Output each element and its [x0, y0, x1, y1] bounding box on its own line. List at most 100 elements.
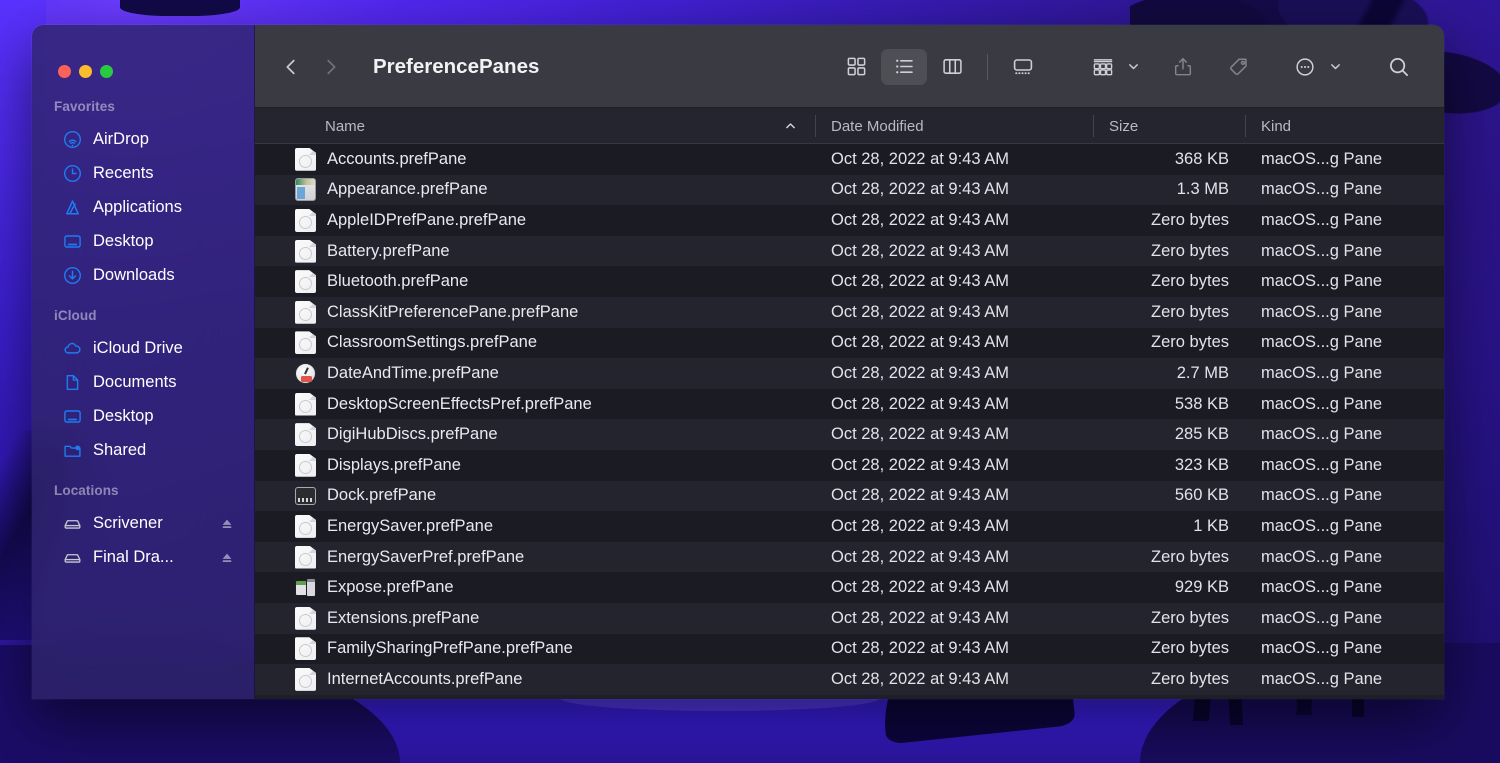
sidebar-section-locations: Locations [32, 469, 255, 505]
sidebar-item-recents[interactable]: Recents [41, 158, 246, 189]
file-date: Oct 28, 2022 at 9:43 AM [815, 333, 1093, 352]
file-name-cell: EnergySaver.prefPane [255, 515, 815, 538]
column-header-kind[interactable]: Kind [1245, 108, 1444, 144]
column-header-name[interactable]: Name [255, 108, 815, 144]
minimize-button[interactable] [79, 65, 92, 78]
table-row[interactable]: Extensions.prefPane Oct 28, 2022 at 9:43… [255, 603, 1444, 634]
file-name: ClassroomSettings.prefPane [327, 333, 537, 352]
file-name: DesktopScreenEffectsPref.prefPane [327, 395, 592, 414]
table-row[interactable]: Accounts.prefPane Oct 28, 2022 at 9:43 A… [255, 144, 1444, 175]
column-header-date-modified[interactable]: Date Modified [815, 108, 1093, 144]
sidebar-item-label: Applications [93, 198, 234, 217]
sidebar-item-desktop-icloud[interactable]: Desktop [41, 401, 246, 432]
icon-view-button[interactable] [833, 49, 879, 85]
sidebar-item-desktop[interactable]: Desktop [41, 226, 246, 257]
table-row[interactable]: ClassKitPreferencePane.prefPane Oct 28, … [255, 297, 1444, 328]
file-kind: macOS...g Pane [1245, 272, 1444, 291]
prefpane-document-icon [295, 454, 316, 477]
file-name-cell: InternetAccounts.prefPane [255, 668, 815, 691]
table-row[interactable]: Appearance.prefPane Oct 28, 2022 at 9:43… [255, 175, 1444, 206]
sidebar-item-shared[interactable]: Shared [41, 435, 246, 466]
search-button[interactable] [1376, 49, 1422, 85]
table-row[interactable]: DesktopScreenEffectsPref.prefPane Oct 28… [255, 389, 1444, 420]
table-row[interactable]: Expose.prefPane Oct 28, 2022 at 9:43 AM … [255, 572, 1444, 603]
maximize-button[interactable] [100, 65, 113, 78]
table-row[interactable]: Dock.prefPane Oct 28, 2022 at 9:43 AM 56… [255, 481, 1444, 512]
file-name-cell: ClassroomSettings.prefPane [255, 331, 815, 354]
file-date: Oct 28, 2022 at 9:43 AM [815, 150, 1093, 169]
file-kind: macOS...g Pane [1245, 180, 1444, 199]
column-headers: Name Date Modified Size Kind [255, 108, 1444, 144]
more-actions-button[interactable] [1282, 49, 1328, 85]
table-row[interactable]: Bluetooth.prefPane Oct 28, 2022 at 9:43 … [255, 266, 1444, 297]
prefpane-document-icon [295, 546, 316, 569]
table-row[interactable]: EnergySaverPref.prefPane Oct 28, 2022 at… [255, 542, 1444, 573]
eject-icon[interactable] [220, 517, 234, 531]
table-row[interactable]: EnergySaver.prefPane Oct 28, 2022 at 9:4… [255, 511, 1444, 542]
file-kind: macOS...g Pane [1245, 303, 1444, 322]
file-name: Expose.prefPane [327, 578, 454, 597]
table-row[interactable]: DigiHubDiscs.prefPane Oct 28, 2022 at 9:… [255, 419, 1444, 450]
chevron-down-icon[interactable] [1329, 60, 1342, 73]
expose-windows-icon [295, 578, 316, 597]
tags-button[interactable] [1216, 49, 1262, 85]
file-name: ClassKitPreferencePane.prefPane [327, 303, 578, 322]
close-button[interactable] [58, 65, 71, 78]
group-by-button[interactable] [1080, 49, 1126, 85]
downloads-icon [63, 266, 82, 285]
table-row[interactable]: ClassroomSettings.prefPane Oct 28, 2022 … [255, 328, 1444, 359]
sidebar-item-final-draft[interactable]: Final Dra... [41, 542, 246, 573]
file-size: 368 KB [1093, 150, 1245, 169]
sort-ascending-icon [784, 120, 797, 133]
file-date: Oct 28, 2022 at 9:43 AM [815, 211, 1093, 230]
eject-icon[interactable] [220, 551, 234, 565]
file-list[interactable]: Accounts.prefPane Oct 28, 2022 at 9:43 A… [255, 144, 1444, 699]
sidebar-item-airdrop[interactable]: AirDrop [41, 124, 246, 155]
sidebar-item-downloads[interactable]: Downloads [41, 260, 246, 291]
table-row[interactable]: DateAndTime.prefPane Oct 28, 2022 at 9:4… [255, 358, 1444, 389]
file-size: Zero bytes [1093, 639, 1245, 658]
file-size: 538 KB [1093, 395, 1245, 414]
file-size: Zero bytes [1093, 609, 1245, 628]
file-kind: macOS...g Pane [1245, 211, 1444, 230]
table-row[interactable]: Displays.prefPane Oct 28, 2022 at 9:43 A… [255, 450, 1444, 481]
sidebar-item-label: iCloud Drive [93, 339, 234, 358]
sidebar-item-label: Desktop [93, 407, 234, 426]
file-kind: macOS...g Pane [1245, 517, 1444, 536]
file-name: AppleIDPrefPane.prefPane [327, 211, 526, 230]
file-date: Oct 28, 2022 at 9:43 AM [815, 395, 1093, 414]
gallery-view-button[interactable] [1000, 49, 1046, 85]
file-size: Zero bytes [1093, 211, 1245, 230]
forward-button[interactable] [311, 47, 351, 87]
window-title: PreferencePanes [373, 55, 539, 79]
column-header-label: Name [325, 118, 365, 135]
column-view-button[interactable] [929, 49, 975, 85]
file-name-cell: EnergySaverPref.prefPane [255, 546, 815, 569]
file-name: Appearance.prefPane [327, 180, 488, 199]
sidebar-item-applications[interactable]: Applications [41, 192, 246, 223]
list-view-button[interactable] [881, 49, 927, 85]
back-button[interactable] [271, 47, 311, 87]
file-kind: macOS...g Pane [1245, 364, 1444, 383]
column-header-size[interactable]: Size [1093, 108, 1245, 144]
file-size: Zero bytes [1093, 670, 1245, 689]
prefpane-document-icon [295, 270, 316, 293]
table-row[interactable]: Battery.prefPane Oct 28, 2022 at 9:43 AM… [255, 236, 1444, 267]
sidebar-item-documents[interactable]: Documents [41, 367, 246, 398]
table-row[interactable]: FamilySharingPrefPane.prefPane Oct 28, 2… [255, 634, 1444, 665]
table-row[interactable]: InternetAccounts.prefPane Oct 28, 2022 a… [255, 664, 1444, 695]
file-size: Zero bytes [1093, 303, 1245, 322]
file-size: 323 KB [1093, 456, 1245, 475]
file-name: Displays.prefPane [327, 456, 461, 475]
table-row[interactable]: AppleIDPrefPane.prefPane Oct 28, 2022 at… [255, 205, 1444, 236]
airdrop-icon [63, 130, 82, 149]
sidebar-item-scrivener[interactable]: Scrivener [41, 508, 246, 539]
prefpane-document-icon [295, 607, 316, 630]
desktop-icon [63, 407, 82, 426]
file-kind: macOS...g Pane [1245, 578, 1444, 597]
file-kind: macOS...g Pane [1245, 486, 1444, 505]
chevron-down-icon[interactable] [1127, 60, 1140, 73]
share-button[interactable] [1160, 49, 1206, 85]
window-controls [32, 25, 255, 85]
sidebar-item-icloud-drive[interactable]: iCloud Drive [41, 333, 246, 364]
